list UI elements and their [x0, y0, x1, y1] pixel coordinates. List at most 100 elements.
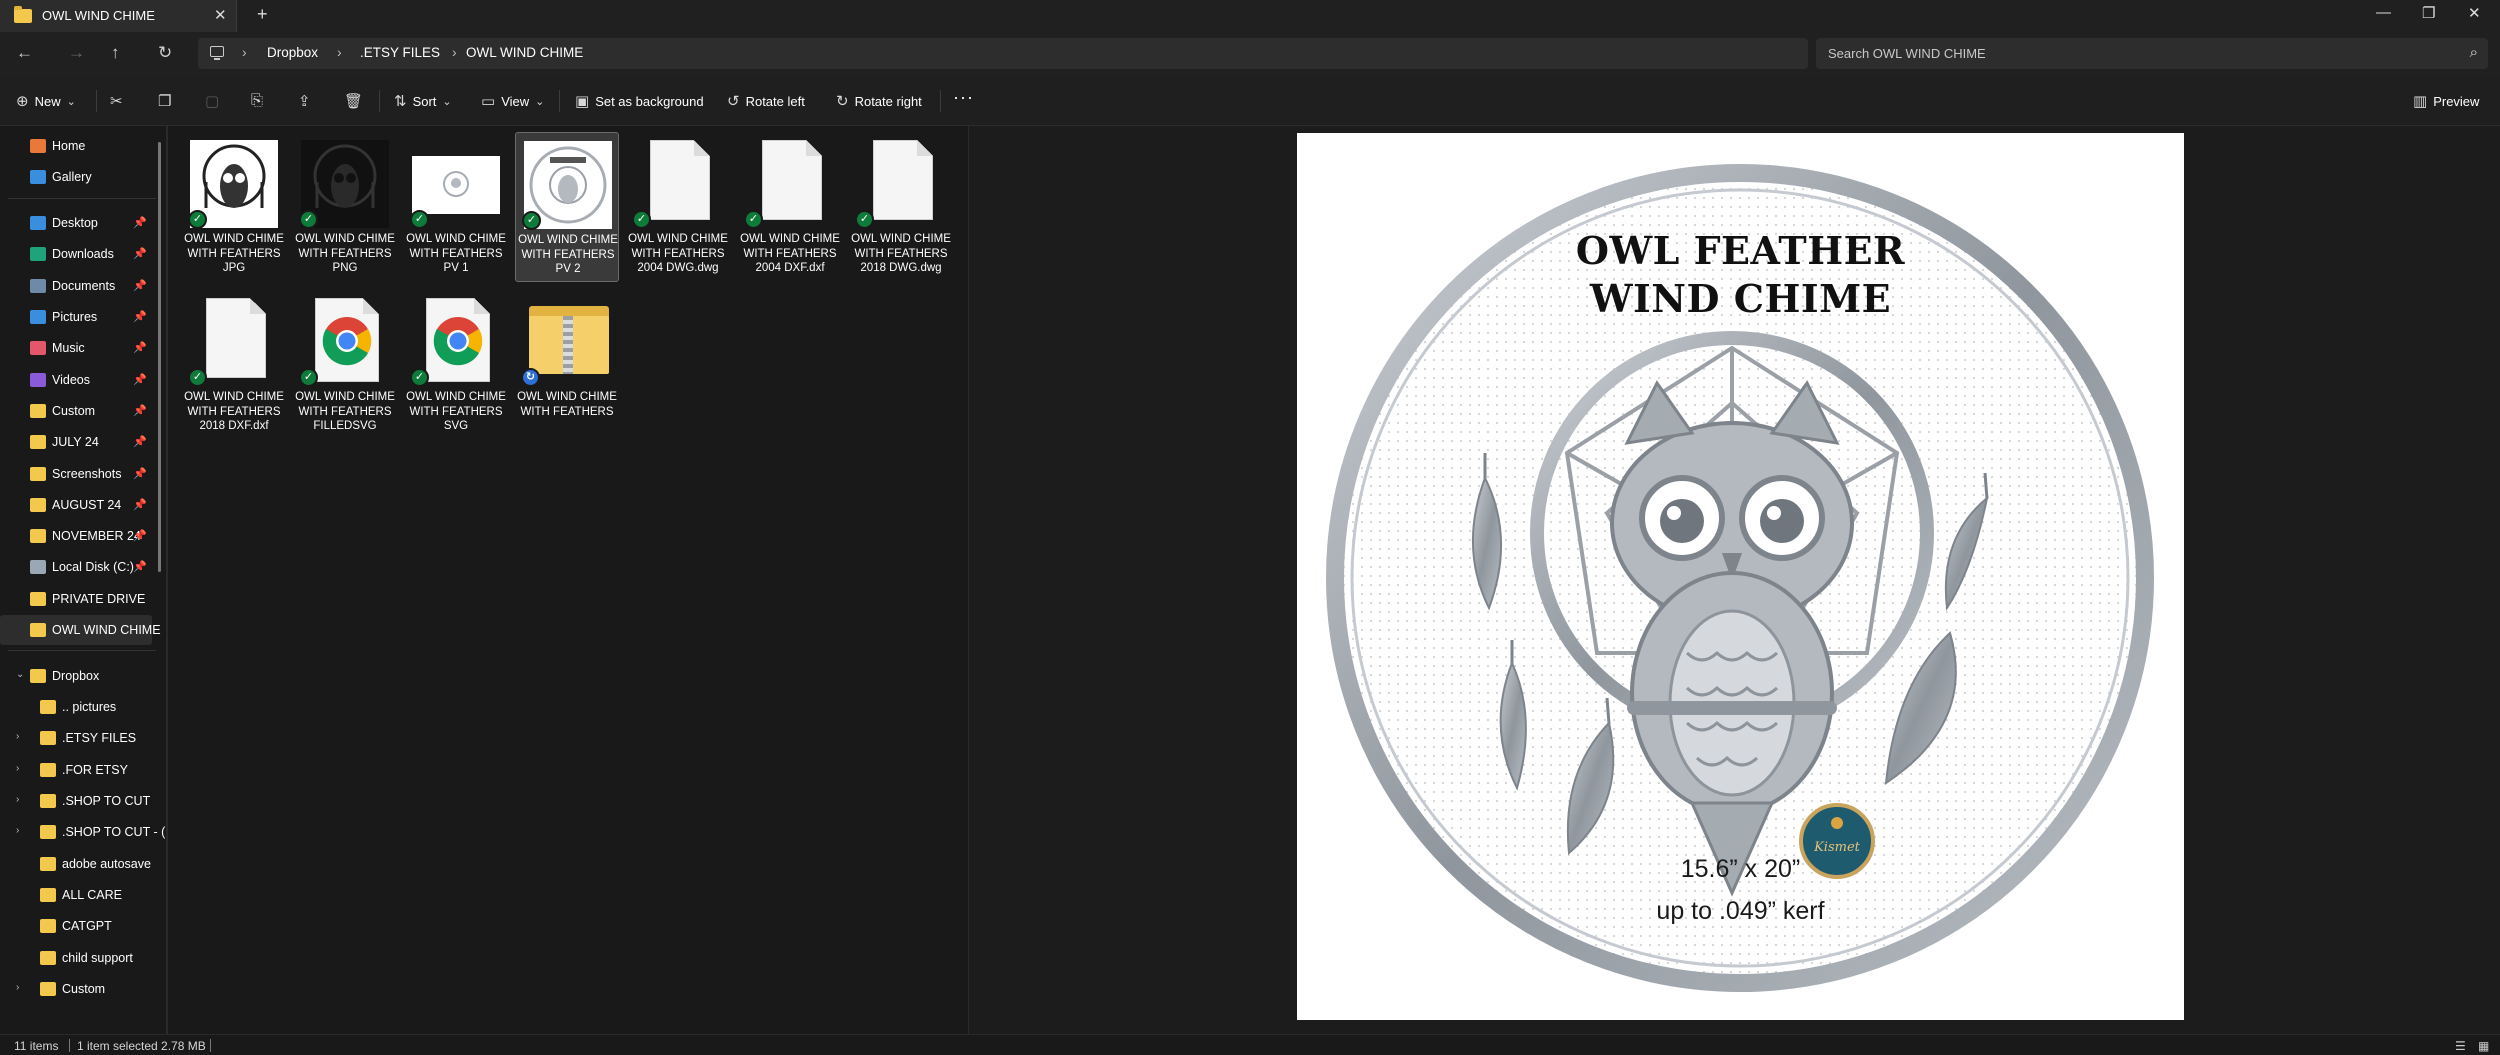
search-box[interactable]: Search OWL WIND CHIME ⌕	[1816, 38, 2488, 69]
sidebar-item-pinned-2[interactable]: Documents 📌	[0, 271, 152, 301]
share-button[interactable]: ⇪	[298, 92, 311, 110]
sidebar-item-dropbox_children-0[interactable]: .. pictures	[0, 692, 152, 722]
sidebar-item-pinned-13[interactable]: OWL WIND CHIME	[0, 615, 161, 645]
sidebar-item-pinned-4[interactable]: Music 📌	[0, 333, 152, 363]
pin-icon[interactable]: 📌	[133, 435, 147, 448]
address-bar[interactable]: › Dropbox › .ETSY FILES › OWL WIND CHIME	[198, 38, 1808, 69]
folder-icon	[40, 825, 56, 840]
sidebar-item-pinned-12[interactable]: PRIVATE DRIVE	[0, 584, 152, 614]
sort-button[interactable]: ⇅ Sort ⌄	[394, 92, 452, 110]
expand-chevron-icon[interactable]: ›	[16, 825, 19, 836]
kismet-logo-text: Kismet	[1813, 840, 1861, 855]
rename-button[interactable]: ⎘	[251, 92, 263, 109]
file-name: OWL WIND CHIME WITH FEATHERS 2004 DXF.dx…	[740, 233, 840, 274]
share-icon: ⇪	[298, 93, 311, 110]
paste-icon: ▢	[205, 93, 220, 110]
sidebar-item-pinned-1[interactable]: Downloads 📌	[0, 239, 152, 269]
expand-chevron-icon[interactable]: ›	[16, 763, 19, 774]
back-arrow-icon[interactable]: ←	[16, 43, 33, 63]
sidebar-item-dropbox_children-4[interactable]: › .SHOP TO CUT - (	[0, 817, 165, 847]
pin-icon[interactable]: 📌	[133, 529, 147, 542]
file-tile[interactable]: ✓ OWL WIND CHIME WITH FEATHERS 2018 DWG.d…	[849, 132, 953, 282]
new-button[interactable]: ⊕ New ⌄	[16, 92, 76, 110]
minimize-icon[interactable]: —	[2376, 4, 2391, 21]
rotate-right-button[interactable]: ↻ Rotate right	[836, 92, 922, 110]
expand-chevron-icon[interactable]: ⌄	[16, 669, 24, 680]
sidebar-item-pinned-3[interactable]: Pictures 📌	[0, 302, 152, 332]
sidebar-item-pinned-11[interactable]: Local Disk (C:) 📌	[0, 552, 152, 582]
file-tile[interactable]: ✓ OWL WIND CHIME WITH FEATHERS 2004 DWG.d…	[626, 132, 730, 282]
search-input[interactable]: Search OWL WIND CHIME	[1828, 46, 1986, 61]
folder-icon	[40, 981, 56, 996]
details-view-icon[interactable]: ☰	[2455, 1039, 2466, 1053]
expand-chevron-icon[interactable]: ›	[16, 794, 19, 805]
pin-icon[interactable]: 📌	[133, 560, 147, 573]
navigation-scrollbar[interactable]	[158, 142, 161, 572]
sidebar-item-dropbox_children-3[interactable]: › .SHOP TO CUT	[0, 786, 152, 816]
expand-chevron-icon[interactable]: ›	[16, 731, 19, 742]
selection-info: 1 item selected 2.78 MB	[77, 1039, 206, 1053]
file-tile[interactable]: ✓ OWL WIND CHIME WITH FEATHERS 2004 DXF.d…	[738, 132, 842, 282]
set-as-background-button[interactable]: ▣ Set as background	[575, 92, 704, 110]
new-tab-icon[interactable]: +	[257, 4, 268, 25]
refresh-icon[interactable]: ↻	[158, 43, 172, 63]
maximize-icon[interactable]: ❐	[2422, 4, 2435, 22]
file-tile[interactable]: ✓ OWL WIND CHIME WITH FEATHERS 2018 DXF.d…	[182, 290, 286, 440]
sidebar-item-pinned-10[interactable]: NOVEMBER 24 📌	[0, 521, 152, 551]
sidebar-item-dropbox_children-7[interactable]: CATGPT	[0, 911, 152, 941]
view-button[interactable]: ▭ View ⌄	[481, 92, 544, 110]
sidebar-item-dropbox_children-6[interactable]: ALL CARE	[0, 880, 152, 910]
sidebar-item-pinned-9[interactable]: AUGUST 24 📌	[0, 490, 152, 520]
forward-arrow-icon[interactable]: →	[68, 43, 85, 63]
pin-icon[interactable]: 📌	[133, 467, 147, 480]
sidebar-item-quick-0[interactable]: Home	[0, 131, 152, 161]
file-tile[interactable]: ✓ OWL WIND CHIME WITH FEATHERS FILLEDSVG	[293, 290, 397, 440]
breadcrumb-owl-wind-chime[interactable]: OWL WIND CHIME	[466, 45, 583, 60]
pin-icon[interactable]: 📌	[133, 498, 147, 511]
sidebar-item-pinned-5[interactable]: Videos 📌	[0, 365, 152, 395]
sidebar-item-pinned-6[interactable]: Custom 📌	[0, 396, 152, 426]
tiles-view-icon[interactable]: ▦	[2478, 1039, 2489, 1053]
sidebar-item-dropbox_children-1[interactable]: › .ETSY FILES	[0, 723, 152, 753]
window-close-icon[interactable]: ✕	[2468, 4, 2481, 22]
file-tile[interactable]: ✓ OWL WIND CHIME WITH FEATHERS SVG	[404, 290, 508, 440]
file-tile[interactable]: ✓ OWL WIND CHIME WITH FEATHERS JPG	[182, 132, 286, 282]
sidebar-item-dropbox_children-9[interactable]: › Custom	[0, 974, 152, 1004]
sync-complete-icon: ✓	[188, 210, 207, 229]
expand-chevron-icon[interactable]: ›	[16, 982, 19, 993]
more-options-button[interactable]: ···	[953, 87, 974, 108]
sidebar-item-dropbox_label-0[interactable]: ⌄ Dropbox	[0, 661, 152, 691]
sidebar-item-dropbox_children-2[interactable]: › .FOR ETSY	[0, 755, 152, 785]
file-tile[interactable]: ✓ OWL WIND CHIME WITH FEATHERS PV 1	[404, 132, 508, 282]
cut-button[interactable]: ✂	[110, 92, 123, 110]
delete-button[interactable]: 🗑	[344, 92, 363, 110]
preview-pane-button[interactable]: ▥ Preview	[2413, 92, 2479, 110]
pin-icon[interactable]: 📌	[133, 373, 147, 386]
sidebar-item-label: Screenshots	[52, 466, 122, 481]
pin-icon[interactable]: 📌	[133, 341, 147, 354]
rotate-left-button[interactable]: ↺ Rotate left	[727, 92, 805, 110]
up-arrow-icon[interactable]: ↑	[111, 43, 120, 63]
sidebar-item-quick-1[interactable]: Gallery	[0, 162, 152, 192]
pin-icon[interactable]: 📌	[133, 310, 147, 323]
sidebar-item-pinned-8[interactable]: Screenshots 📌	[0, 459, 152, 489]
rotate-right-icon: ↻	[836, 93, 849, 110]
paste-button[interactable]: ▢	[205, 92, 219, 110]
sidebar-item-pinned-7[interactable]: JULY 24 📌	[0, 427, 152, 457]
tab-owl-wind-chime[interactable]: OWL WIND CHIME ✕	[0, 0, 237, 32]
pin-icon[interactable]: 📌	[133, 216, 147, 229]
close-tab-icon[interactable]: ✕	[214, 6, 227, 24]
breadcrumb-etsy-files[interactable]: .ETSY FILES	[360, 45, 440, 60]
sidebar-item-pinned-0[interactable]: Desktop 📌	[0, 208, 152, 238]
breadcrumb-dropbox[interactable]: Dropbox	[267, 45, 318, 60]
wallpaper-icon: ▣	[575, 93, 590, 110]
file-tile[interactable]: ↻ OWL WIND CHIME WITH FEATHERS	[515, 290, 619, 440]
pin-icon[interactable]: 📌	[133, 279, 147, 292]
file-tile[interactable]: ✓ OWL WIND CHIME WITH FEATHERS PNG	[293, 132, 397, 282]
sidebar-item-dropbox_children-8[interactable]: child support	[0, 943, 152, 973]
copy-button[interactable]: ❐	[158, 92, 171, 110]
file-tile[interactable]: ✓ OWL WIND CHIME WITH FEATHERS PV 2	[515, 132, 619, 282]
sidebar-item-dropbox_children-5[interactable]: adobe autosave	[0, 849, 152, 879]
pin-icon[interactable]: 📌	[133, 247, 147, 260]
pin-icon[interactable]: 📌	[133, 404, 147, 417]
